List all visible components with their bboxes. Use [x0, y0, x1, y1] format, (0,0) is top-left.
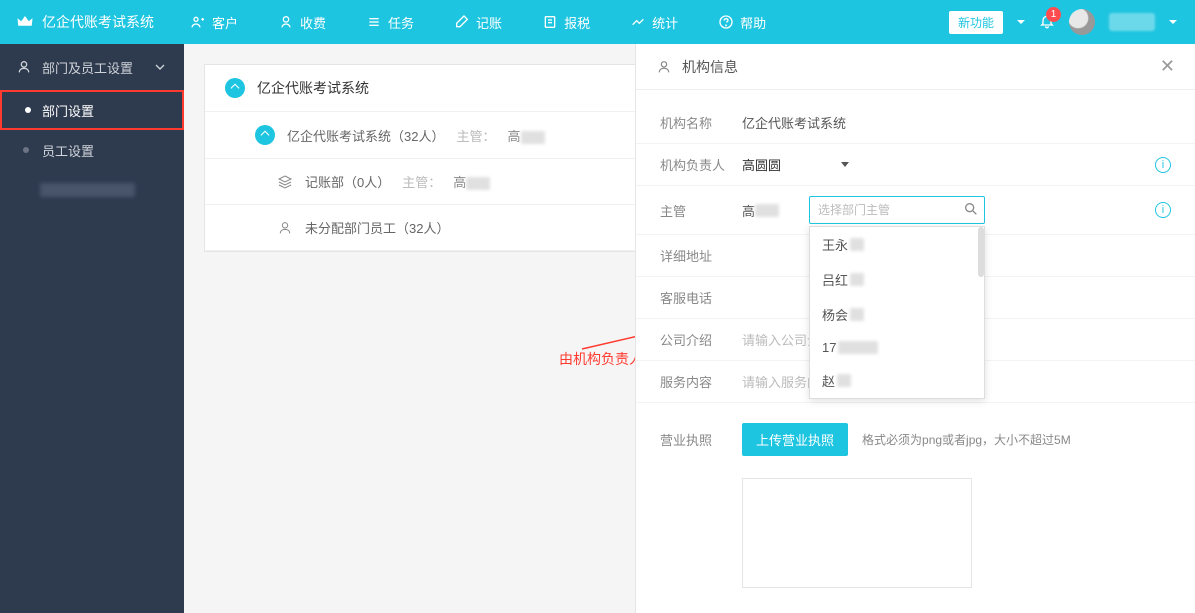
sidebar-header[interactable]: 部门及员工设置 — [0, 44, 184, 90]
notification-count: 1 — [1046, 7, 1061, 22]
form-label: 机构名称 — [660, 113, 742, 132]
org-icon — [255, 125, 275, 145]
owner-value: 高圆圆 — [742, 155, 781, 174]
license-preview-box — [742, 478, 972, 588]
user-icon — [656, 59, 672, 75]
supervisor-name: 高 — [453, 172, 490, 191]
panel-title: 机构信息 — [682, 57, 738, 77]
supervisor-label: 主管： — [402, 172, 441, 191]
form-label: 机构负责人 — [660, 155, 742, 174]
dept-name: 未分配部门员工（32人） — [305, 218, 449, 237]
sidebar-title: 部门及员工设置 — [42, 58, 133, 77]
brand-area: 亿企代账考试系统 — [0, 12, 170, 32]
chevron-down-icon[interactable] — [1169, 20, 1177, 24]
user-icon — [277, 220, 293, 236]
tasks-icon — [366, 14, 382, 30]
form-label: 详细地址 — [660, 246, 742, 265]
form-label: 客服电话 — [660, 288, 742, 307]
top-navigation: 亿企代账考试系统 客户 收费 任务 记账 报税 统计 帮助 — [0, 0, 1195, 44]
upload-hint: 格式必须为png或者jpg，大小不超过5M — [862, 431, 1071, 448]
nav-customers[interactable]: 客户 — [170, 0, 258, 44]
manager-option[interactable]: 17 — [810, 332, 984, 363]
org-name-value: 亿企代账考试系统 — [742, 113, 846, 132]
field-org-name: 机构名称 亿企代账考试系统 — [636, 102, 1195, 144]
nav-label: 记账 — [476, 13, 502, 32]
current-manager-value: 高 — [742, 201, 779, 220]
dept-name: 记账部（0人） — [305, 172, 390, 191]
sidebar-item-blurred — [0, 170, 184, 210]
sidebar-item-staff-settings[interactable]: 员工设置 — [0, 130, 184, 170]
nav-label: 收费 — [300, 13, 326, 32]
form-label: 服务内容 — [660, 372, 742, 391]
chevron-down-icon[interactable] — [1017, 20, 1025, 24]
search-icon — [963, 201, 979, 217]
customers-icon — [190, 14, 206, 30]
dept-name: 亿企代账考试系统（32人） — [287, 126, 444, 145]
form-label: 营业执照 — [660, 430, 742, 449]
nav-tax[interactable]: 报税 — [522, 0, 610, 44]
org-info-panel: 机构信息 ✕ 机构名称 亿企代账考试系统 机构负责人 高圆圆 i 主管 高 — [635, 44, 1195, 613]
avatar[interactable] — [1069, 9, 1095, 35]
sidebar-item-dept-settings[interactable]: 部门设置 — [0, 90, 184, 130]
help-icon — [718, 14, 734, 30]
new-feature-badge[interactable]: 新功能 — [949, 11, 1003, 34]
brand-title: 亿企代账考试系统 — [42, 12, 154, 32]
manager-option[interactable]: 杨会 — [810, 297, 984, 332]
manager-option[interactable]: 赵 — [810, 363, 984, 398]
upload-license-button[interactable]: 上传营业执照 — [742, 423, 848, 456]
topbar-right: 新功能 1 — [949, 9, 1195, 35]
fees-icon — [278, 14, 294, 30]
nav-bookkeeping[interactable]: 记账 — [434, 0, 522, 44]
sidebar-item-label: 员工设置 — [42, 141, 94, 160]
manager-dropdown-list: 王永 吕红 杨会 17 赵 — [809, 226, 985, 399]
sidebar: 部门及员工设置 部门设置 员工设置 — [0, 44, 184, 613]
field-license: 营业执照 上传营业执照 格式必须为png或者jpg，大小不超过5M — [636, 403, 1195, 466]
info-icon[interactable]: i — [1155, 157, 1171, 173]
crown-icon — [16, 13, 34, 31]
nav-label: 客户 — [212, 13, 238, 32]
scrollbar-thumb[interactable] — [978, 227, 984, 277]
owner-dropdown[interactable]: 高圆圆 — [742, 155, 849, 174]
supervisor-name: 高 — [507, 126, 544, 145]
dept-root-name: 亿企代账考试系统 — [257, 78, 369, 98]
field-manager: 主管 高 王永 吕红 杨会 17 赵 i — [636, 186, 1195, 235]
layers-icon — [277, 174, 293, 190]
user-icon — [16, 59, 32, 75]
org-icon — [225, 78, 245, 98]
close-button[interactable]: ✕ — [1160, 56, 1175, 77]
nav-label: 统计 — [652, 13, 678, 32]
info-icon[interactable]: i — [1155, 202, 1171, 218]
nav-fees[interactable]: 收费 — [258, 0, 346, 44]
manager-select-input[interactable] — [809, 196, 985, 224]
nav-label: 帮助 — [740, 13, 766, 32]
field-owner[interactable]: 机构负责人 高圆圆 i — [636, 144, 1195, 186]
nav-label: 报税 — [564, 13, 590, 32]
nav-list: 客户 收费 任务 记账 报税 统计 帮助 — [170, 0, 786, 44]
stats-icon — [630, 14, 646, 30]
notifications-button[interactable]: 1 — [1039, 13, 1055, 32]
sidebar-item-label: 部门设置 — [42, 101, 94, 120]
manager-option[interactable]: 王永 — [810, 227, 984, 262]
nav-help[interactable]: 帮助 — [698, 0, 786, 44]
caret-down-icon — [841, 162, 849, 167]
chevron-down-icon — [152, 59, 168, 75]
tax-icon — [542, 14, 558, 30]
manager-option[interactable]: 吕红 — [810, 262, 984, 297]
bookkeeping-icon — [454, 14, 470, 30]
form-label: 公司介绍 — [660, 330, 742, 349]
nav-tasks[interactable]: 任务 — [346, 0, 434, 44]
nav-label: 任务 — [388, 13, 414, 32]
panel-header: 机构信息 ✕ — [636, 44, 1195, 90]
form-label: 主管 — [660, 201, 742, 220]
nav-stats[interactable]: 统计 — [610, 0, 698, 44]
supervisor-label: 主管： — [456, 126, 495, 145]
username-blurred — [1109, 13, 1155, 31]
